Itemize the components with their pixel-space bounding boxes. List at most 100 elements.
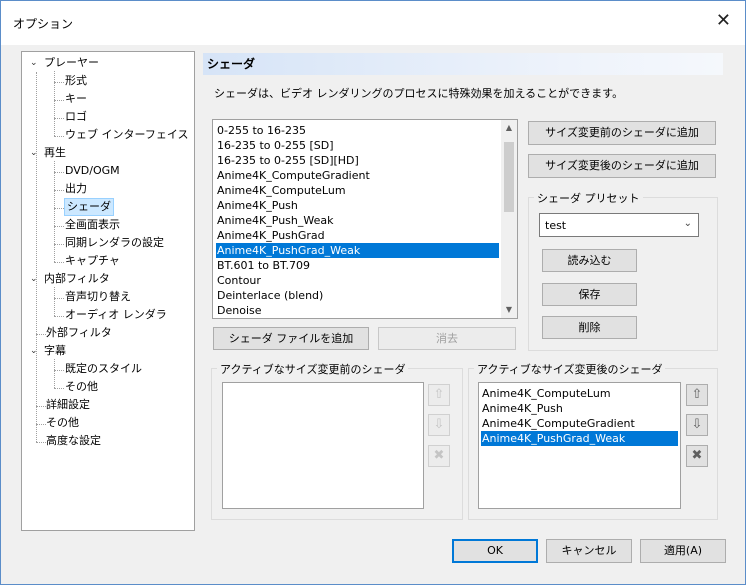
tree-guide — [54, 71, 55, 136]
tree-connector — [54, 172, 64, 173]
tree-connector — [54, 388, 64, 389]
shader-list-item[interactable]: 16-235 to 0-255 [SD] — [216, 138, 499, 153]
shader-list-item[interactable]: Anime4K_PushGrad_Weak — [216, 243, 499, 258]
tree-connector — [54, 100, 64, 101]
shader-list-item[interactable]: BT.601 to BT.709 — [216, 258, 499, 273]
chevron-down-icon[interactable]: ⌄ — [30, 271, 39, 287]
shader-list-scrollbar[interactable]: ▲ ▼ — [501, 120, 517, 318]
tree-item[interactable]: 詳細設定 — [46, 397, 90, 413]
scroll-thumb[interactable] — [504, 142, 514, 212]
add-shader-file-button[interactable]: シェーダ ファイルを追加 — [213, 327, 369, 350]
delete-icon[interactable]: ✖ — [428, 445, 450, 467]
tree-item[interactable]: キャプチャ — [65, 253, 120, 269]
close-icon[interactable]: ✕ — [716, 12, 731, 30]
tree-item[interactable]: 形式 — [65, 73, 87, 89]
chevron-down-icon[interactable]: ⌄ — [30, 145, 39, 161]
chevron-down-icon[interactable]: ⌄ — [30, 343, 39, 359]
title-bar: オプション ✕ — [1, 1, 745, 45]
tree-connector — [36, 406, 46, 407]
chevron-down-icon: ⌄ — [683, 218, 692, 229]
tree-item[interactable]: 出力 — [65, 181, 87, 197]
tree-item[interactable]: ロゴ — [65, 109, 87, 125]
save-preset-button[interactable]: 保存 — [542, 283, 637, 306]
tree-item[interactable]: 外部フィルタ — [46, 325, 112, 341]
tree-guide — [54, 161, 55, 262]
pre-resize-group-label: アクティブなサイズ変更前のシェーダ — [217, 361, 409, 377]
tree-connector — [54, 370, 64, 371]
post-resize-list-item[interactable]: Anime4K_PushGrad_Weak — [481, 431, 678, 446]
tree-item[interactable]: 全画面表示 — [65, 217, 120, 233]
tree-connector — [54, 208, 64, 209]
cancel-button[interactable]: キャンセル — [546, 539, 632, 563]
tree-item[interactable]: ウェブ インターフェイス — [65, 127, 189, 143]
shader-list-item[interactable]: Anime4K_ComputeGradient — [216, 168, 499, 183]
tree-item[interactable]: 同期レンダラの設定 — [65, 235, 164, 251]
tree-item[interactable]: 字幕 — [44, 343, 66, 359]
tree-connector — [54, 226, 64, 227]
pre-resize-list[interactable] — [222, 382, 424, 509]
tree-connector — [54, 136, 64, 137]
tree-item[interactable]: 音声切り替え — [65, 289, 131, 305]
post-resize-list-item[interactable]: Anime4K_ComputeLum — [481, 386, 678, 401]
shader-list-item[interactable]: 16-235 to 0-255 [SD][HD] — [216, 153, 499, 168]
tree-connector — [54, 118, 64, 119]
tree-item[interactable]: 内部フィルタ — [44, 271, 110, 287]
move-down-icon[interactable]: ⇩ — [686, 414, 708, 436]
tree-connector — [54, 316, 64, 317]
page-description: シェーダは、ビデオ レンダリングのプロセスに特殊効果を加えることができます。 — [214, 87, 624, 100]
post-resize-list-item[interactable]: Anime4K_Push — [481, 401, 678, 416]
chevron-down-icon[interactable]: ⌄ — [30, 55, 39, 71]
tree-guide — [54, 359, 55, 388]
move-down-icon[interactable]: ⇩ — [428, 414, 450, 436]
tree-item[interactable]: その他 — [65, 379, 98, 395]
tree-item[interactable]: 既定のスタイル — [65, 361, 142, 377]
delete-preset-button[interactable]: 削除 — [542, 316, 637, 339]
tree-item[interactable]: シェーダ — [64, 198, 114, 216]
shader-list-item[interactable]: Denoise — [216, 303, 499, 318]
tree-connector — [54, 262, 64, 263]
tree-item[interactable]: プレーヤー — [44, 55, 99, 71]
tree-connector — [36, 334, 46, 335]
window-title: オプション — [13, 17, 74, 31]
post-resize-group-label: アクティブなサイズ変更後のシェーダ — [474, 361, 666, 377]
preset-select[interactable]: test ⌄ — [539, 213, 699, 237]
tree-connector — [54, 244, 64, 245]
remove-button[interactable]: 消去 — [378, 327, 516, 350]
load-preset-button[interactable]: 読み込む — [542, 249, 637, 272]
tree-connector — [36, 442, 46, 443]
shader-list-item[interactable]: Contour — [216, 273, 499, 288]
move-up-icon[interactable]: ⇧ — [686, 384, 708, 406]
tree-guide — [54, 287, 55, 316]
tree-item[interactable]: キー — [65, 91, 87, 107]
tree-item[interactable]: オーディオ レンダラ — [65, 307, 167, 323]
tree-connector — [54, 190, 64, 191]
move-up-icon[interactable]: ⇧ — [428, 384, 450, 406]
preset-select-value: test — [545, 219, 567, 232]
tree-guide — [36, 72, 37, 442]
shader-list[interactable]: ▲ ▼ 0-255 to 16-235 16-235 to 0-255 [SD] 1… — [212, 119, 518, 319]
tree-connector — [54, 82, 64, 83]
shader-list-item[interactable]: Anime4K_Push_Weak — [216, 213, 499, 228]
post-resize-list-item[interactable]: Anime4K_ComputeGradient — [481, 416, 678, 431]
page-title: シェーダ — [203, 53, 723, 75]
shader-list-item[interactable]: Anime4K_Push — [216, 198, 499, 213]
preset-group-label: シェーダ プリセット — [534, 190, 643, 206]
add-post-resize-button[interactable]: サイズ変更後のシェーダに追加 — [528, 154, 716, 178]
tree-item[interactable]: DVD/OGM — [65, 163, 120, 179]
post-resize-list[interactable]: Anime4K_ComputeLum Anime4K_Push Anime4K_Co… — [478, 382, 681, 509]
shader-list-item[interactable]: 0-255 to 16-235 — [216, 123, 499, 138]
ok-button[interactable]: OK — [452, 539, 538, 563]
tree-item[interactable]: 高度な設定 — [46, 433, 101, 449]
apply-button[interactable]: 適用(A) — [640, 539, 726, 563]
options-window: オプション ✕ ⌄ プレーヤー形式キーロゴウェブ インターフェイス ⌄ 再生 DVD/O… — [0, 0, 746, 585]
add-pre-resize-button[interactable]: サイズ変更前のシェーダに追加 — [528, 121, 716, 145]
tree-item[interactable]: 再生 — [44, 145, 66, 161]
tree-item[interactable]: その他 — [46, 415, 79, 431]
shader-list-item[interactable]: Anime4K_PushGrad — [216, 228, 499, 243]
shader-list-item[interactable]: Anime4K_ComputeLum — [216, 183, 499, 198]
scroll-down-icon[interactable]: ▼ — [501, 302, 517, 318]
page-title-text: シェーダ — [207, 57, 256, 71]
scroll-up-icon[interactable]: ▲ — [501, 120, 517, 136]
shader-list-item[interactable]: Deinterlace (blend) — [216, 288, 499, 303]
delete-icon[interactable]: ✖ — [686, 445, 708, 467]
